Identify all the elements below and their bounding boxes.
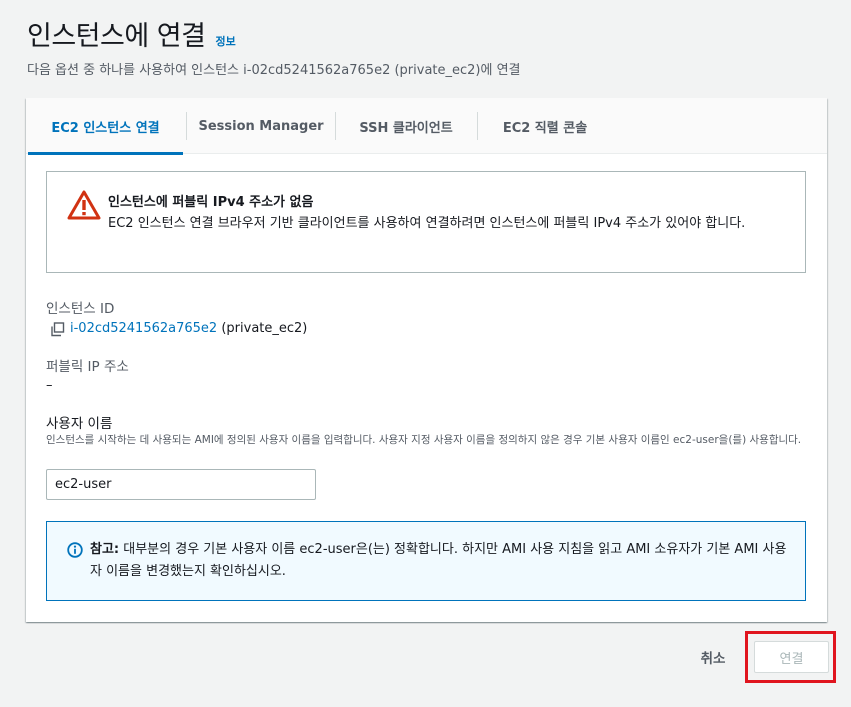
info-alert-body: 대부분의 경우 기본 사용자 이름 ec2-user은(는) 정확합니다. 하지…: [90, 542, 787, 579]
page-subtitle: 다음 옵션 중 하나를 사용하여 인스턴스 i-02cd5241562a765e…: [27, 63, 521, 78]
info-link[interactable]: 정보: [215, 33, 235, 49]
username-label: 사용자 이름: [46, 416, 113, 432]
tab-ec2-instance-connect[interactable]: EC2 인스턴스 연결: [28, 98, 183, 155]
username-input[interactable]: [46, 469, 316, 500]
copy-icon[interactable]: [50, 322, 65, 337]
cancel-button[interactable]: 취소: [690, 645, 736, 669]
page-header: 인스턴스에 연결 정보: [27, 14, 236, 53]
username-description: 인스턴스를 시작하는 데 사용되는 AMI에 정의된 사용자 이름을 입력합니다…: [46, 434, 802, 446]
connect-button[interactable]: 연결: [754, 641, 829, 673]
info-alert-text: 참고: 대부분의 경우 기본 사용자 이름 ec2-user은(는) 정확합니다…: [90, 539, 790, 583]
tab-ssh-client[interactable]: SSH 클라이언트: [336, 98, 476, 154]
warning-alert: 인스턴스에 퍼블릭 IPv4 주소가 없음 EC2 인스턴스 연결 브라우저 기…: [46, 171, 806, 273]
info-alert-prefix: 참고:: [90, 542, 120, 557]
warning-alert-title: 인스턴스에 퍼블릭 IPv4 주소가 없음: [108, 195, 314, 210]
info-circle-icon: [67, 542, 83, 558]
tab-session-manager[interactable]: Session Manager: [187, 98, 335, 154]
instance-id-value: i-02cd5241562a765e2 (private_ec2): [70, 321, 307, 336]
instance-id-label: 인스턴스 ID: [46, 301, 115, 317]
public-ip-label: 퍼블릭 IP 주소: [46, 359, 129, 375]
warning-triangle-icon: [67, 190, 101, 220]
instance-id-link[interactable]: i-02cd5241562a765e2: [70, 321, 217, 336]
warning-alert-body: EC2 인스턴스 연결 브라우저 기반 클라이언트를 사용하여 연결하려면 인스…: [108, 216, 746, 231]
tab-bar: EC2 인스턴스 연결 Session Manager SSH 클라이언트 EC…: [26, 98, 827, 155]
instance-name: (private_ec2): [221, 321, 308, 336]
public-ip-value: –: [46, 378, 53, 393]
tab-ec2-serial-console[interactable]: EC2 직렬 콘솔: [478, 98, 612, 154]
connect-card: EC2 인스턴스 연결 Session Manager SSH 클라이언트 EC…: [26, 98, 827, 622]
page-title: 인스턴스에 연결: [27, 21, 206, 52]
info-alert: 참고: 대부분의 경우 기본 사용자 이름 ec2-user은(는) 정확합니다…: [46, 521, 806, 601]
